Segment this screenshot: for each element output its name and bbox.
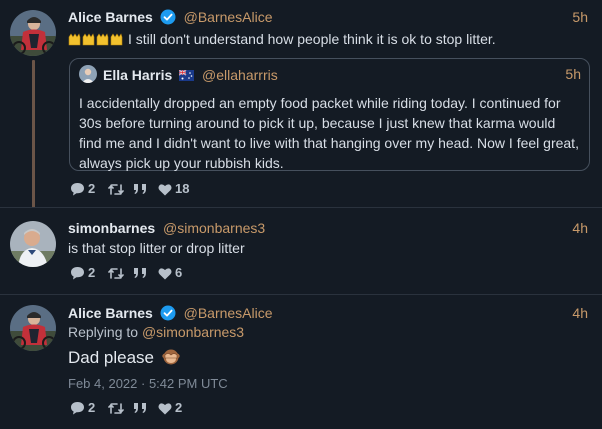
author-handle[interactable]: @simonbarnes3 [163, 220, 265, 236]
reply-button[interactable]: 2 [70, 181, 95, 197]
quote-icon [134, 403, 146, 413]
tweet-date[interactable]: Feb 4, 2022 · 5:42 PM UTC [68, 375, 228, 393]
like-count: 6 [175, 265, 183, 280]
quote-button[interactable] [133, 265, 148, 281]
tweet-text: is that stop litter or drop litter [68, 240, 245, 256]
replying-to: Replying to @simonbarnes3 [68, 322, 244, 342]
reply-count: 2 [88, 181, 96, 196]
avatar-alice-barnes[interactable] [10, 305, 56, 351]
avatar-alice-barnes[interactable] [10, 10, 56, 56]
author-name[interactable]: simonbarnes [68, 220, 155, 236]
tweet-time[interactable]: 4h [572, 303, 588, 323]
speech-bubble-icon [71, 183, 84, 196]
retweet-icon [108, 183, 124, 195]
retweet-button[interactable] [108, 265, 124, 281]
heart-icon [158, 267, 172, 279]
quote-button[interactable] [133, 400, 148, 416]
retweet-icon [108, 267, 124, 279]
tweet-text-content: Dad please [68, 348, 155, 367]
tweet-time[interactable]: 5h [572, 7, 588, 27]
tweet-1[interactable]: Alice Barnes @BarnesAlice 5h I still don… [0, 0, 602, 208]
quoted-author-name[interactable]: Ella Harris [103, 67, 172, 83]
retweet-button[interactable] [108, 400, 124, 416]
heart-icon [158, 402, 172, 414]
quoted-tweet-time[interactable]: 5h [565, 66, 581, 82]
reply-button[interactable]: 2 [70, 400, 95, 416]
reply-button[interactable]: 2 [70, 265, 95, 281]
reply-count: 2 [88, 265, 96, 280]
tweet-2[interactable]: simonbarnes @simonbarnes3 4h is that sto… [0, 208, 602, 294]
australian-flag-icon [178, 67, 195, 85]
raised-hands-emoji-icon [68, 31, 124, 51]
tweet-text: I still don't understand how people thin… [68, 29, 496, 51]
quoted-tweet-text: I accidentally dropped an empty food pac… [79, 95, 579, 171]
author-handle[interactable]: @BarnesAlice [184, 305, 273, 321]
like-count: 18 [175, 181, 190, 196]
retweet-button[interactable] [108, 181, 124, 197]
tweet-header: simonbarnes @simonbarnes3 4h [68, 218, 588, 238]
speech-bubble-icon [71, 402, 84, 415]
replying-to-handle[interactable]: @simonbarnes3 [142, 324, 244, 340]
quote-icon [134, 184, 146, 194]
like-button[interactable]: 6 [158, 265, 182, 281]
retweet-icon [108, 402, 124, 414]
avatar-simonbarnes[interactable] [10, 221, 56, 267]
avatar-ella-harris[interactable] [79, 65, 97, 83]
quoted-tweet[interactable]: Ella Harris @ellaharrris 5h I accidental… [69, 58, 590, 171]
quote-button[interactable] [133, 181, 148, 197]
author-name[interactable]: Alice Barnes [68, 9, 153, 25]
tweet-header: Alice Barnes @BarnesAlice 4h [68, 303, 588, 323]
tweet-header: Alice Barnes @BarnesAlice 5h [68, 7, 588, 27]
see-no-evil-monkey-emoji-icon [162, 348, 180, 372]
heart-icon [158, 183, 172, 195]
thread-line [32, 60, 35, 208]
like-button[interactable]: 18 [158, 181, 189, 197]
tweet-text-content: I still don't understand how people thin… [128, 31, 496, 47]
author-name[interactable]: Alice Barnes [68, 305, 153, 321]
reply-count: 2 [88, 400, 96, 415]
tweet-time[interactable]: 4h [572, 218, 588, 238]
quoted-author-handle[interactable]: @ellaharrris [202, 67, 278, 83]
replying-to-label: Replying to [68, 324, 142, 340]
tweet-3[interactable]: Alice Barnes @BarnesAlice 4h Replying to… [0, 295, 602, 429]
tweet-text: Dad please [68, 347, 180, 372]
like-count: 2 [175, 400, 183, 415]
quoted-tweet-header: Ella Harris @ellaharrris [103, 66, 278, 85]
quote-icon [134, 268, 146, 278]
author-handle[interactable]: @BarnesAlice [184, 9, 273, 25]
like-button[interactable]: 2 [158, 400, 182, 416]
speech-bubble-icon [71, 267, 84, 280]
verified-check-icon [160, 9, 176, 30]
